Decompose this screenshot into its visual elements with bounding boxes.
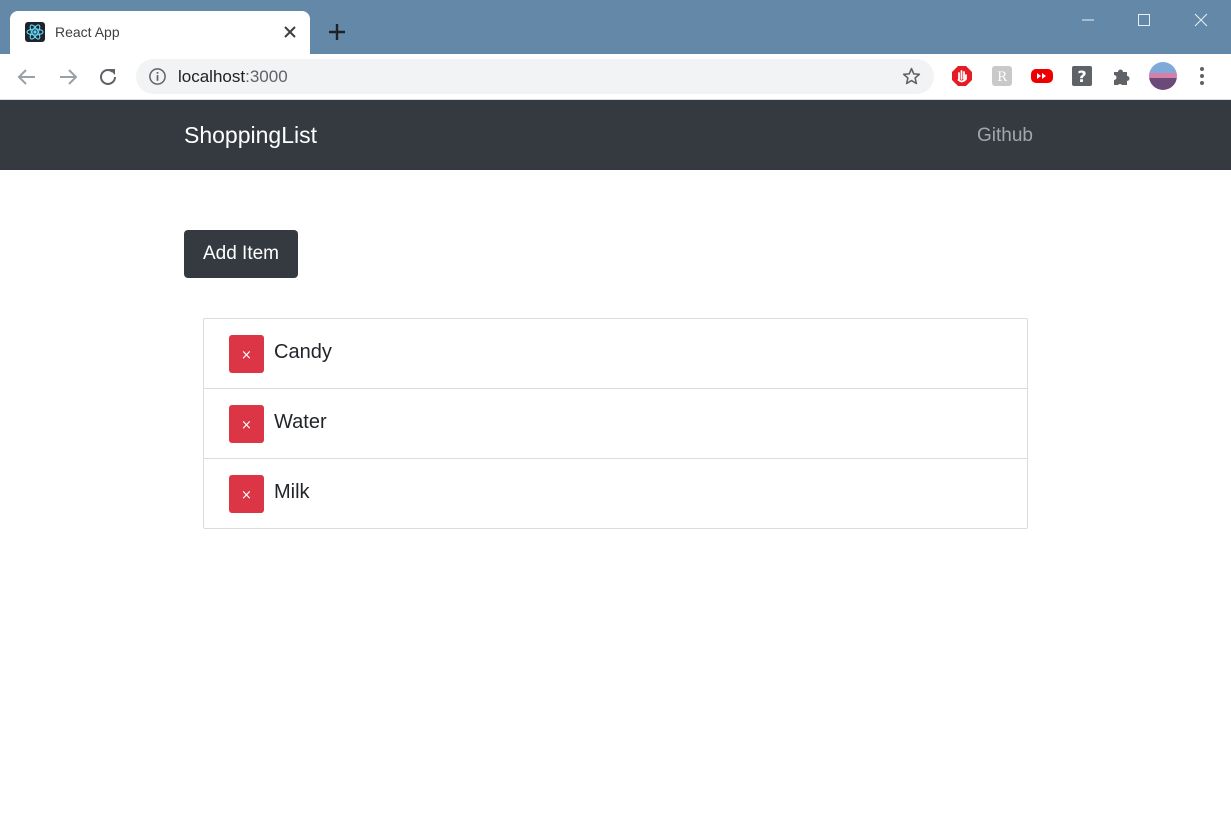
close-tab-icon[interactable] <box>280 22 300 42</box>
browser-toolbar: localhost:3000 R ? <box>0 54 1231 100</box>
item-name: Milk <box>274 481 310 503</box>
react-logo-icon <box>25 22 45 42</box>
forward-arrow-icon[interactable] <box>56 65 80 89</box>
browser-titlebar: React App <box>0 0 1231 54</box>
bookmark-star-icon[interactable] <box>901 66 922 87</box>
extension-r-icon[interactable]: R <box>990 64 1014 88</box>
github-link[interactable]: Github <box>977 125 1033 147</box>
item-name: Candy <box>274 341 332 363</box>
close-window-icon[interactable] <box>1189 8 1213 32</box>
address-bar[interactable]: localhost:3000 <box>136 59 934 94</box>
minimize-icon[interactable] <box>1076 8 1100 32</box>
app-navbar: ShoppingList Github <box>0 100 1231 170</box>
remove-item-button[interactable]: × <box>229 475 264 513</box>
browser-tab[interactable]: React App <box>10 11 310 54</box>
svg-text:R: R <box>997 70 1008 85</box>
profile-avatar[interactable] <box>1149 62 1177 90</box>
url-port: :3000 <box>245 67 288 86</box>
new-tab-icon[interactable] <box>326 21 348 43</box>
browser-menu-icon[interactable] <box>1192 64 1212 88</box>
add-item-button[interactable]: Add Item <box>184 230 298 278</box>
list-item: × Milk <box>204 459 1027 528</box>
url-host: localhost <box>178 67 246 86</box>
maximize-icon[interactable] <box>1132 8 1156 32</box>
list-item: × Candy <box>204 319 1027 389</box>
tab-title: React App <box>55 24 120 40</box>
puzzle-icon[interactable] <box>1110 64 1134 88</box>
list-item: × Water <box>204 389 1027 459</box>
item-name: Water <box>274 411 327 433</box>
shopping-list: × Candy × Water × Milk <box>203 318 1028 529</box>
navbar-brand[interactable]: ShoppingList <box>184 122 317 149</box>
reload-icon[interactable] <box>96 65 120 89</box>
help-icon[interactable]: ? <box>1070 64 1094 88</box>
youtube-icon[interactable] <box>1030 64 1054 88</box>
remove-item-button[interactable]: × <box>229 405 264 443</box>
remove-item-button[interactable]: × <box>229 335 264 373</box>
back-arrow-icon[interactable] <box>15 65 39 89</box>
svg-text:?: ? <box>1077 67 1086 86</box>
adblock-icon[interactable] <box>950 64 974 88</box>
site-info-icon[interactable] <box>148 67 167 86</box>
url-text[interactable]: localhost:3000 <box>178 67 288 87</box>
